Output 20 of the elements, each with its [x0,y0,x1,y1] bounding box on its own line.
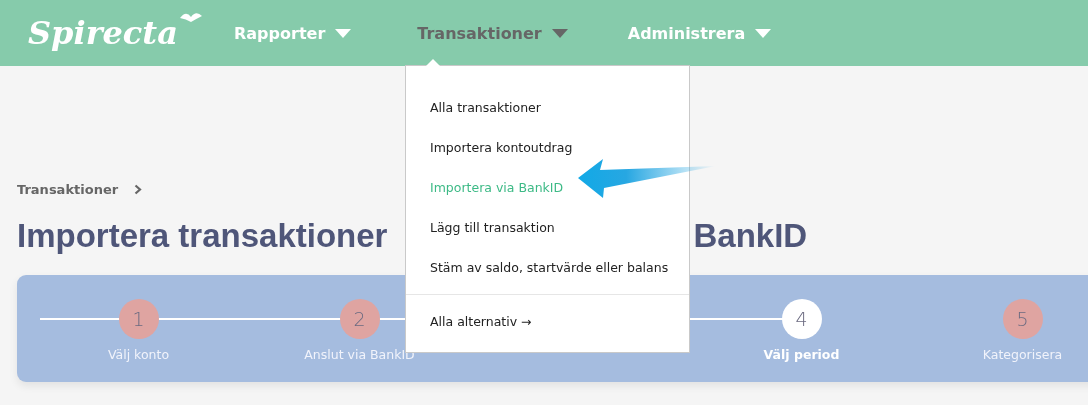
step-label: Kategorisera [982,347,1063,362]
menu-item[interactable]: Importera kontoutdrag [406,128,689,168]
step-number: 2 [339,299,380,339]
step-label: Välj period [763,347,840,362]
chevron-right-icon [134,183,143,195]
page-title: BankID [693,217,808,255]
page-title: Importera transaktioner [17,217,388,255]
caret-icon [335,28,352,38]
nav-menu[interactable]: Transaktioner [417,23,568,43]
menu-item[interactable]: Lägg till transaktion [406,208,689,248]
menu-item[interactable]: Alla transaktioner [406,88,689,128]
step-number: 4 [781,299,822,339]
breadcrumb-link[interactable]: Transaktioner [17,181,119,197]
caret-icon [551,28,568,38]
step-label: Välj konto [107,347,170,362]
caret-icon [755,28,772,38]
step-number: 5 [1002,299,1043,339]
menu-item[interactable]: Stäm av saldo, startvärde eller balans [406,248,689,288]
step-number: 1 [118,299,159,339]
menu-item[interactable]: Alla alternativ → [406,304,532,340]
